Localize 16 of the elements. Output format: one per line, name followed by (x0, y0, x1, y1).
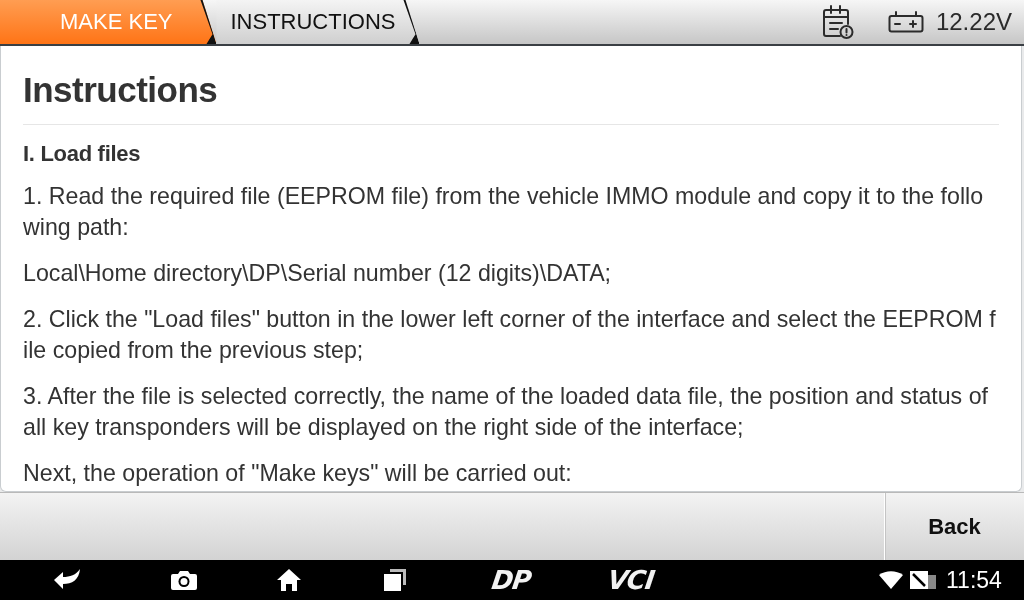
instruction-paragraph: 1. Read the required file (EEPROM file) from the vehicle IMMO module and copy it to the following path: (23, 182, 985, 242)
breadcrumb-tab[interactable]: INSTRUCTIONS (216, 0, 420, 44)
battery-icon (887, 11, 924, 33)
instruction-paragraph: Next, the operation of "Make keys" will be carried out: (23, 459, 573, 488)
calendar-alert-icon[interactable] (821, 4, 854, 40)
page-title: Instructions (23, 68, 999, 125)
section-heading: I. Load files (23, 140, 142, 168)
battery-voltage: 12.22V (935, 8, 1012, 36)
instruction-paragraph: 3. After the file is selected correctly, the name of the loaded data file, the position and status of all key transponders will be displayed on the right side of the interface; (23, 382, 989, 442)
vci-logo[interactable]: VCI (606, 560, 656, 600)
clock-time: 11:54 (946, 567, 1002, 593)
dp-logo[interactable]: DP (488, 560, 534, 600)
instruction-paragraph: Local\Home directory\DP\Serial number (12 digits)\DATA; (23, 259, 613, 288)
signal-icon (910, 571, 936, 589)
instruction-paragraph: 2. Click the "Load files" button in the lower left corner of the interface and select the EEPROM file copied from the previous step; (23, 305, 997, 365)
wifi-icon (879, 571, 903, 589)
